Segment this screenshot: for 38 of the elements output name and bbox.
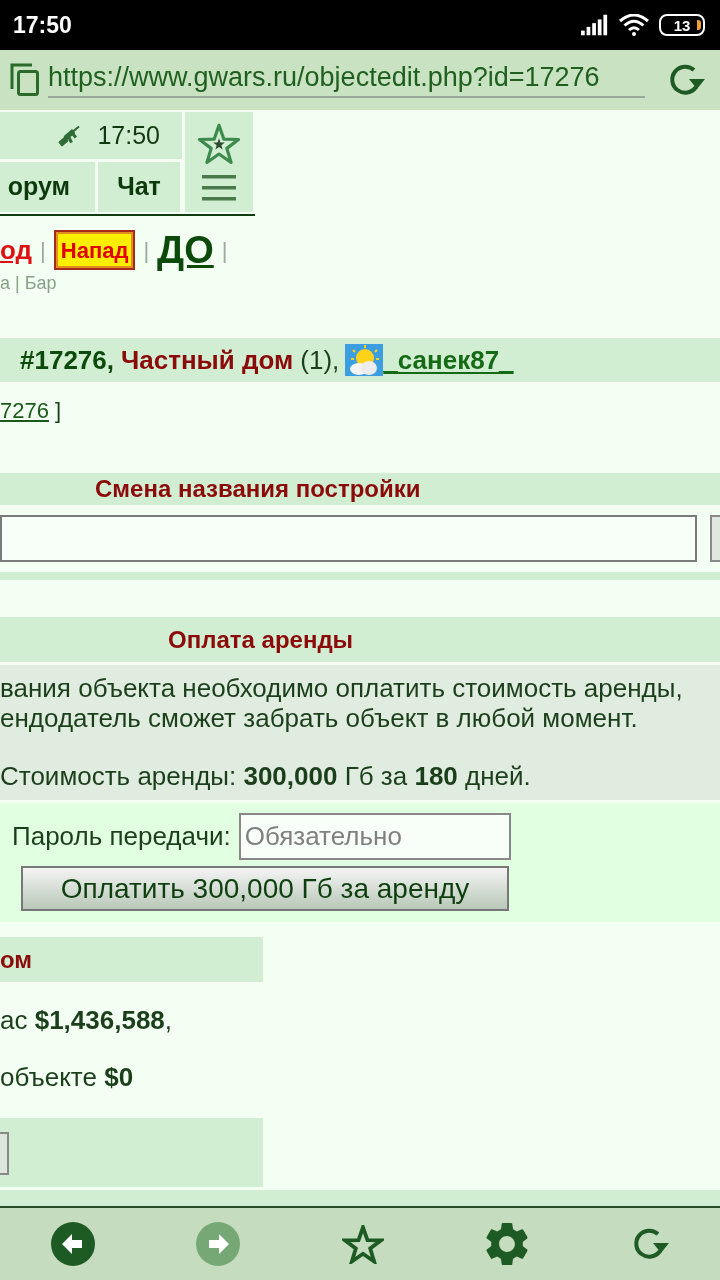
settings-icon[interactable]: [485, 1222, 528, 1266]
menu-icon[interactable]: [202, 175, 236, 201]
owner-link[interactable]: _санек87_: [383, 340, 514, 380]
copy-icon[interactable]: [10, 63, 40, 97]
pay-button[interactable]: Оплатить 300,000 Гб за аренду: [21, 866, 509, 911]
nav-tab[interactable]: Чат: [98, 162, 180, 212]
battery-indicator: 13: [659, 14, 705, 36]
section-header: ом: [0, 937, 263, 982]
nav-link[interactable]: од: [0, 237, 33, 263]
separator: |: [40, 236, 46, 265]
object-number: #17276,: [20, 343, 114, 377]
section-header: Оплата аренды: [0, 617, 720, 662]
object-count: (1),: [300, 343, 340, 377]
button[interactable]: [710, 515, 720, 562]
separator: |: [143, 236, 150, 265]
wifi-icon: [619, 14, 649, 36]
name-field[interactable]: [0, 515, 697, 562]
bracket-text: ]: [54, 397, 62, 425]
notice-text: вания объекта необходимо оплатить стоимость аренды, ендодатель сможет забрать объект в любой момент.: [0, 673, 684, 733]
password-field[interactable]: Обязательно: [238, 813, 511, 860]
object-link[interactable]: 7276: [0, 396, 49, 426]
balance-text: ас $1,436,588,: [0, 1005, 174, 1035]
back-icon[interactable]: [50, 1222, 95, 1266]
nav-link[interactable]: ДО: [157, 231, 214, 269]
separator: |: [221, 236, 228, 265]
nav-tab[interactable]: орум: [0, 162, 95, 212]
clock-time: 17:50: [97, 119, 160, 151]
object-type: Частный дом: [121, 343, 294, 377]
star-icon[interactable]: [342, 1224, 384, 1264]
balance-text: объекте $0: [0, 1062, 135, 1092]
signal-icon: [581, 14, 609, 36]
section-header: Смена названия постройки: [0, 473, 720, 505]
button[interactable]: [0, 1132, 9, 1175]
status-time: 17:50: [13, 10, 72, 40]
star-icon[interactable]: [196, 123, 242, 165]
password-label: Пароль передачи:: [12, 820, 231, 853]
sun-cloud-icon: [345, 344, 384, 376]
cost-text: Стоимость аренды: 300,000 Гб за 180 дней.: [0, 761, 532, 791]
